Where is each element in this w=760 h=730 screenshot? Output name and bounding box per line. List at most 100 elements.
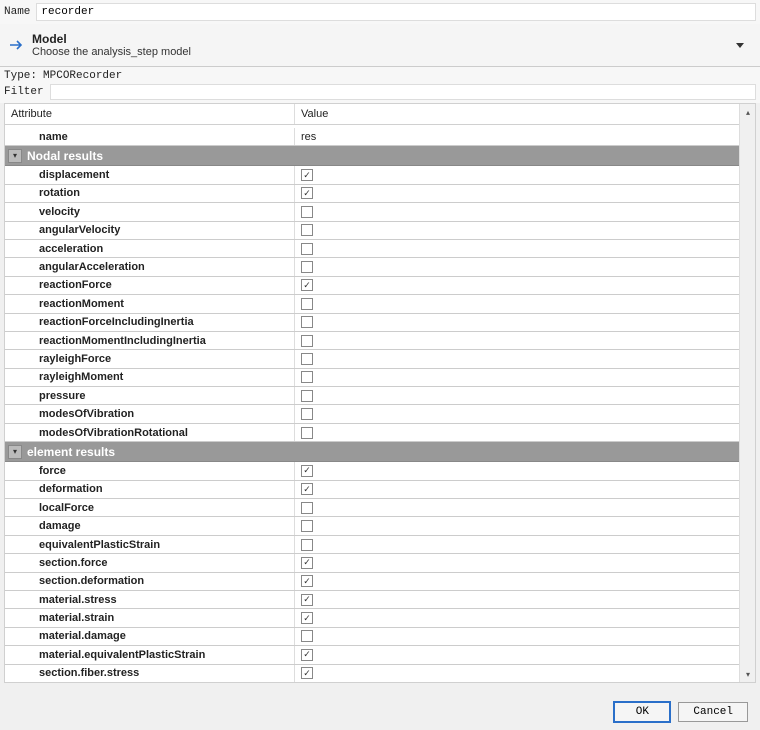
- table-row: reactionMoment: [5, 295, 739, 313]
- attr-value: [295, 554, 739, 571]
- group-label: element results: [25, 445, 115, 459]
- attr-value: [295, 258, 739, 275]
- attr-value: [295, 166, 739, 183]
- attr-value: [295, 369, 739, 386]
- checkbox[interactable]: [301, 206, 313, 218]
- checkbox[interactable]: [301, 427, 313, 439]
- expand-icon[interactable]: ▾: [8, 149, 22, 163]
- attr-value: [295, 536, 739, 553]
- attr-value: [295, 665, 739, 682]
- attr-label: acceleration: [5, 240, 295, 257]
- table-row: material.stress: [5, 591, 739, 609]
- checkbox[interactable]: [301, 465, 313, 477]
- table-row: force: [5, 462, 739, 480]
- checkbox[interactable]: [301, 390, 313, 402]
- attr-label: velocity: [5, 203, 295, 220]
- table-row: displacement: [5, 166, 739, 184]
- checkbox[interactable]: [301, 539, 313, 551]
- checkbox[interactable]: [301, 520, 313, 532]
- scroll-up-icon[interactable]: ▴: [740, 104, 756, 120]
- table-row: section.fiber.stress: [5, 665, 739, 682]
- checkbox[interactable]: [301, 298, 313, 310]
- attr-label: damage: [5, 517, 295, 534]
- attr-value[interactable]: res: [295, 128, 739, 145]
- arrow-right-icon: [8, 37, 26, 53]
- model-subtitle: Choose the analysis_step model: [32, 46, 736, 58]
- table-row: reactionForceIncludingInertia: [5, 314, 739, 332]
- checkbox[interactable]: [301, 224, 313, 236]
- attr-label: angularVelocity: [5, 222, 295, 239]
- name-input[interactable]: [36, 3, 756, 21]
- checkbox[interactable]: [301, 279, 313, 291]
- attr-label: modesOfVibration: [5, 405, 295, 422]
- table-row: deformation: [5, 481, 739, 499]
- group-label: Nodal results: [25, 149, 103, 163]
- ok-button[interactable]: OK: [614, 702, 670, 722]
- checkbox[interactable]: [301, 575, 313, 587]
- attr-label: material.stress: [5, 591, 295, 608]
- type-value: MPCORecorder: [43, 70, 122, 82]
- name-label: Name: [4, 6, 30, 18]
- attr-value: [295, 277, 739, 294]
- attr-value: [295, 499, 739, 516]
- group-header[interactable]: ▾Nodal results: [5, 146, 739, 166]
- scroll-down-icon[interactable]: ▾: [740, 666, 756, 682]
- checkbox[interactable]: [301, 316, 313, 328]
- table-row: material.strain: [5, 609, 739, 627]
- table-row: nameres: [5, 128, 739, 146]
- attr-label: angularAcceleration: [5, 258, 295, 275]
- filter-input[interactable]: [50, 84, 756, 100]
- checkbox[interactable]: [301, 649, 313, 661]
- checkbox[interactable]: [301, 612, 313, 624]
- attr-value: [295, 222, 739, 239]
- attr-value: [295, 628, 739, 645]
- attr-value: [295, 609, 739, 626]
- table-row: angularVelocity: [5, 222, 739, 240]
- attr-value: [295, 646, 739, 663]
- model-selector[interactable]: Model Choose the analysis_step model: [0, 24, 760, 67]
- attr-label: reactionMoment: [5, 295, 295, 312]
- attr-label: material.strain: [5, 609, 295, 626]
- attr-value: [295, 462, 739, 479]
- attr-value: [295, 332, 739, 349]
- attr-value: [295, 387, 739, 404]
- column-header-attribute[interactable]: Attribute: [5, 104, 295, 124]
- chevron-down-icon: [736, 43, 744, 48]
- checkbox[interactable]: [301, 169, 313, 181]
- model-title: Model: [32, 32, 736, 46]
- checkbox[interactable]: [301, 667, 313, 679]
- checkbox[interactable]: [301, 408, 313, 420]
- checkbox[interactable]: [301, 630, 313, 642]
- checkbox[interactable]: [301, 371, 313, 383]
- attr-value: [295, 185, 739, 202]
- attr-label: pressure: [5, 387, 295, 404]
- checkbox[interactable]: [301, 594, 313, 606]
- table-row: pressure: [5, 387, 739, 405]
- checkbox[interactable]: [301, 483, 313, 495]
- checkbox[interactable]: [301, 353, 313, 365]
- attr-value: [295, 203, 739, 220]
- attr-value: [295, 517, 739, 534]
- checkbox[interactable]: [301, 557, 313, 569]
- checkbox[interactable]: [301, 243, 313, 255]
- attr-value: [295, 424, 739, 441]
- checkbox[interactable]: [301, 502, 313, 514]
- checkbox[interactable]: [301, 187, 313, 199]
- expand-icon[interactable]: ▾: [8, 445, 22, 459]
- table-row: acceleration: [5, 240, 739, 258]
- attr-value: [295, 481, 739, 498]
- attr-label: rayleighMoment: [5, 369, 295, 386]
- column-header-value[interactable]: Value: [295, 104, 755, 124]
- properties-table: Attribute Value nameres▾Nodal resultsdis…: [4, 103, 756, 683]
- scrollbar[interactable]: ▴ ▾: [739, 104, 755, 682]
- table-row: equivalentPlasticStrain: [5, 536, 739, 554]
- checkbox[interactable]: [301, 335, 313, 347]
- group-header[interactable]: ▾element results: [5, 442, 739, 462]
- table-row: rayleighForce: [5, 350, 739, 368]
- cancel-button[interactable]: Cancel: [678, 702, 748, 722]
- checkbox[interactable]: [301, 261, 313, 273]
- attr-label: modesOfVibrationRotational: [5, 424, 295, 441]
- attr-label: reactionMomentIncludingInertia: [5, 332, 295, 349]
- attr-label: material.equivalentPlasticStrain: [5, 646, 295, 663]
- table-row: angularAcceleration: [5, 258, 739, 276]
